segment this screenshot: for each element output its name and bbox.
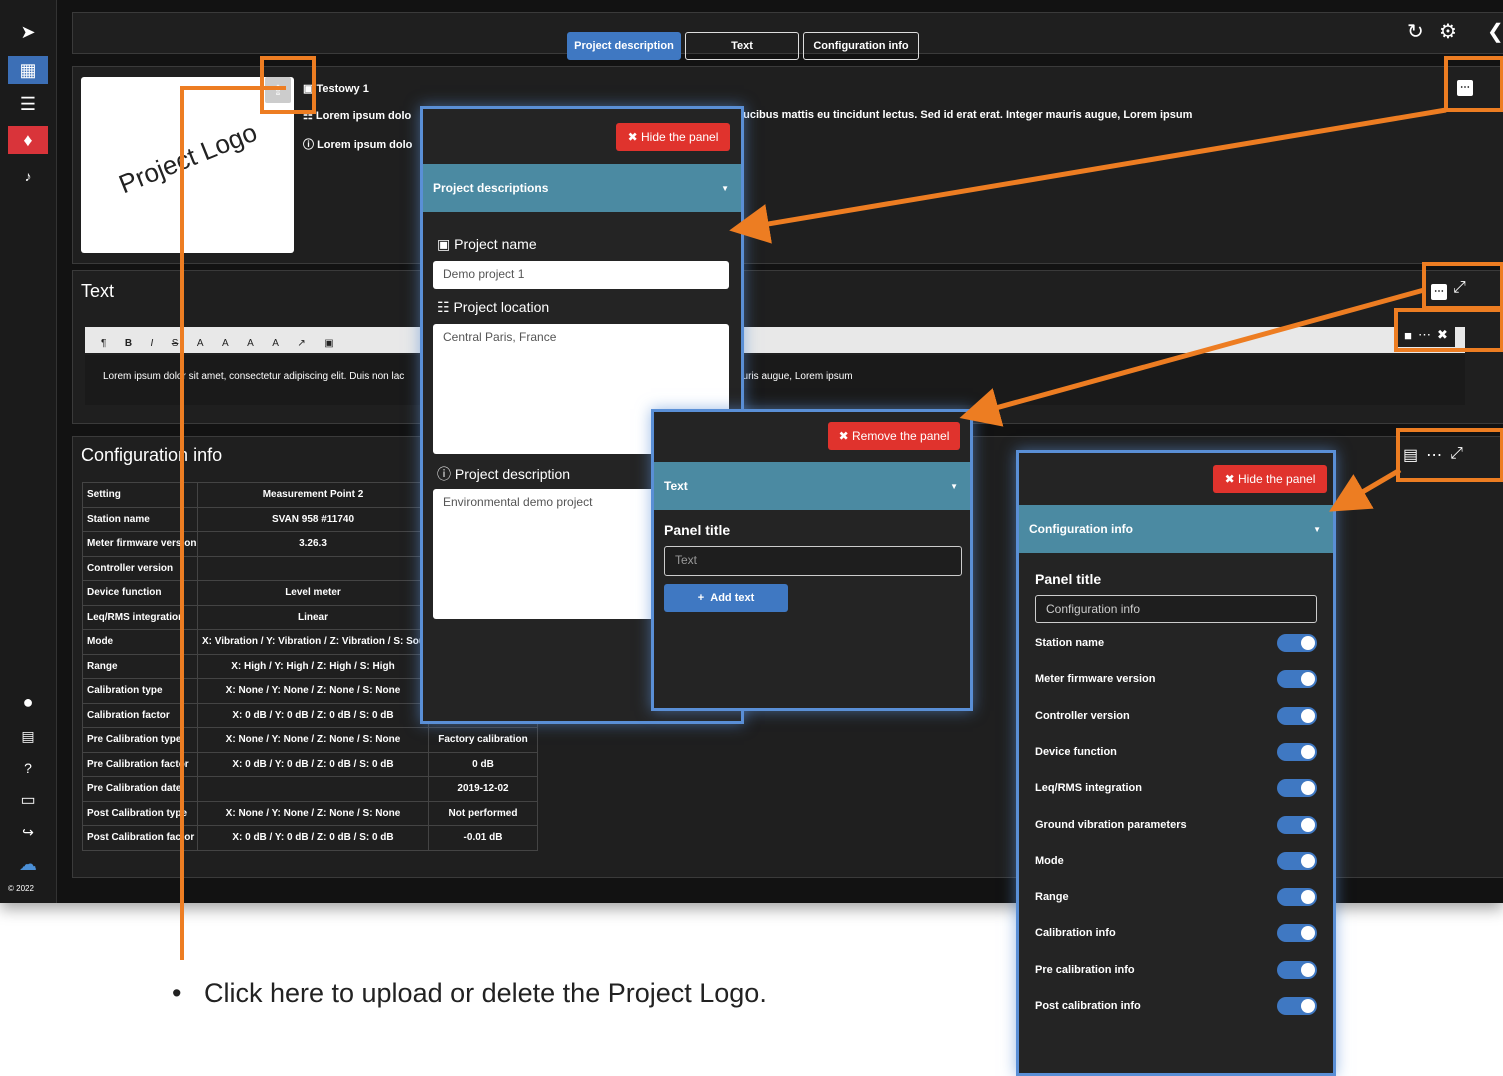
caption: • Click here to upload or delete the Pro… [172, 978, 767, 1008]
annotation-arrows [180, 86, 1447, 960]
caption-text: Click here to upload or delete the Proje… [203, 978, 767, 1008]
annotation-line-logo [180, 86, 286, 960]
annotation-arrow-config [1329, 467, 1402, 512]
annotation-arrow-project [729, 107, 1447, 244]
annotation-arrow-text [959, 287, 1425, 427]
